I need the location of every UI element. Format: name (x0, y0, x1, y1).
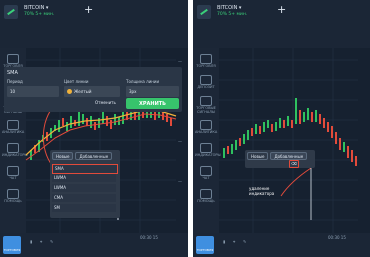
screenshot-root: BITCOIN ▾ 70% 5+ мин. + ТОРГОВЛЯ ДЕПОЗИТ… (0, 0, 370, 257)
thickness-value: 3px (129, 89, 137, 94)
indicator-item-sma[interactable]: SMA (52, 164, 118, 174)
chart-type-icon[interactable]: ▮ (30, 239, 32, 244)
bottom-bar: ТОРГОВЛЯ ▮ ⌖ ✎ 00:30 15 (193, 233, 370, 257)
svg-text:—: — (178, 139, 182, 144)
delete-indicator-annotation: удаление индикатора (249, 186, 275, 196)
left-panel: BITCOIN ▾ 70% 5+ мин. + ТОРГОВЛЯ ДЕПОЗИТ… (0, 0, 188, 257)
chart-type-icon[interactable]: ▮ (223, 239, 225, 244)
save-button[interactable]: ХРАНИТЬ (126, 98, 179, 109)
timeframe-icon[interactable]: ⌖ (40, 239, 42, 244)
delete-indicator-icon[interactable]: ⌫ (289, 160, 299, 168)
svg-text:—: — (178, 179, 182, 184)
tab-new[interactable]: Новые (52, 152, 74, 160)
period-label: Период (7, 79, 23, 84)
indicator-item[interactable]: SM (52, 204, 116, 212)
bottom-bar: ТОРГОВЛЯ ▮ ⌖ ✎ 00:30 15 (0, 233, 188, 257)
chart-canvas (219, 48, 358, 233)
color-select[interactable]: Желтый (64, 86, 120, 97)
thickness-select[interactable]: 3px (126, 86, 179, 97)
indicator-item[interactable]: CMA (52, 194, 116, 202)
draw-icon[interactable]: ✎ (243, 239, 246, 244)
indicator-menu-tabs: Новые Добавленные (247, 152, 308, 160)
tab-added[interactable]: Добавленные (270, 152, 308, 160)
cancel-button[interactable]: Отменить (95, 100, 116, 105)
time-label: 00:30 15 (328, 235, 346, 240)
tab-added[interactable]: Добавленные (75, 152, 113, 160)
dialog-title: SMA (7, 70, 18, 76)
right-panel: BITCOIN ▾ 70% 5+ мин. + ТОРГОВЛЯ ДЕПОЗИТ… (193, 0, 370, 257)
indicator-menu: Новые Добавленные SMA LWMA LWMA CMA SM (50, 150, 120, 218)
color-value: Желтый (74, 89, 92, 94)
timeframe-icon[interactable]: ⌖ (233, 239, 235, 244)
period-input[interactable]: 10 (7, 86, 59, 97)
indicator-item[interactable]: LWMA (52, 174, 116, 182)
trade-button[interactable]: ТОРГОВЛЯ (196, 236, 214, 254)
trade-button[interactable]: ТОРГОВЛЯ (3, 236, 21, 254)
trade-button-label: ТОРГОВЛЯ (196, 248, 214, 252)
trade-button-label: ТОРГОВЛЯ (3, 248, 21, 252)
indicator-settings-dialog: SMA Период Цвет линии Толщина линии 10 Ж… (4, 67, 182, 112)
color-label: Цвет линии (64, 79, 89, 84)
draw-icon[interactable]: ✎ (50, 239, 53, 244)
thickness-label: Толщина линии (126, 79, 160, 84)
chart-canvas: ———— (25, 48, 182, 233)
color-swatch (67, 89, 72, 94)
svg-text:—: — (178, 59, 182, 64)
period-value: 10 (10, 89, 16, 94)
tab-new[interactable]: Новые (247, 152, 269, 160)
indicator-menu-tabs: Новые Добавленные (52, 152, 113, 160)
time-label: 00:30 15 (140, 235, 158, 240)
indicator-menu: Новые Добавленные ⌫ (245, 150, 315, 168)
indicator-item[interactable]: LWMA (52, 184, 116, 192)
